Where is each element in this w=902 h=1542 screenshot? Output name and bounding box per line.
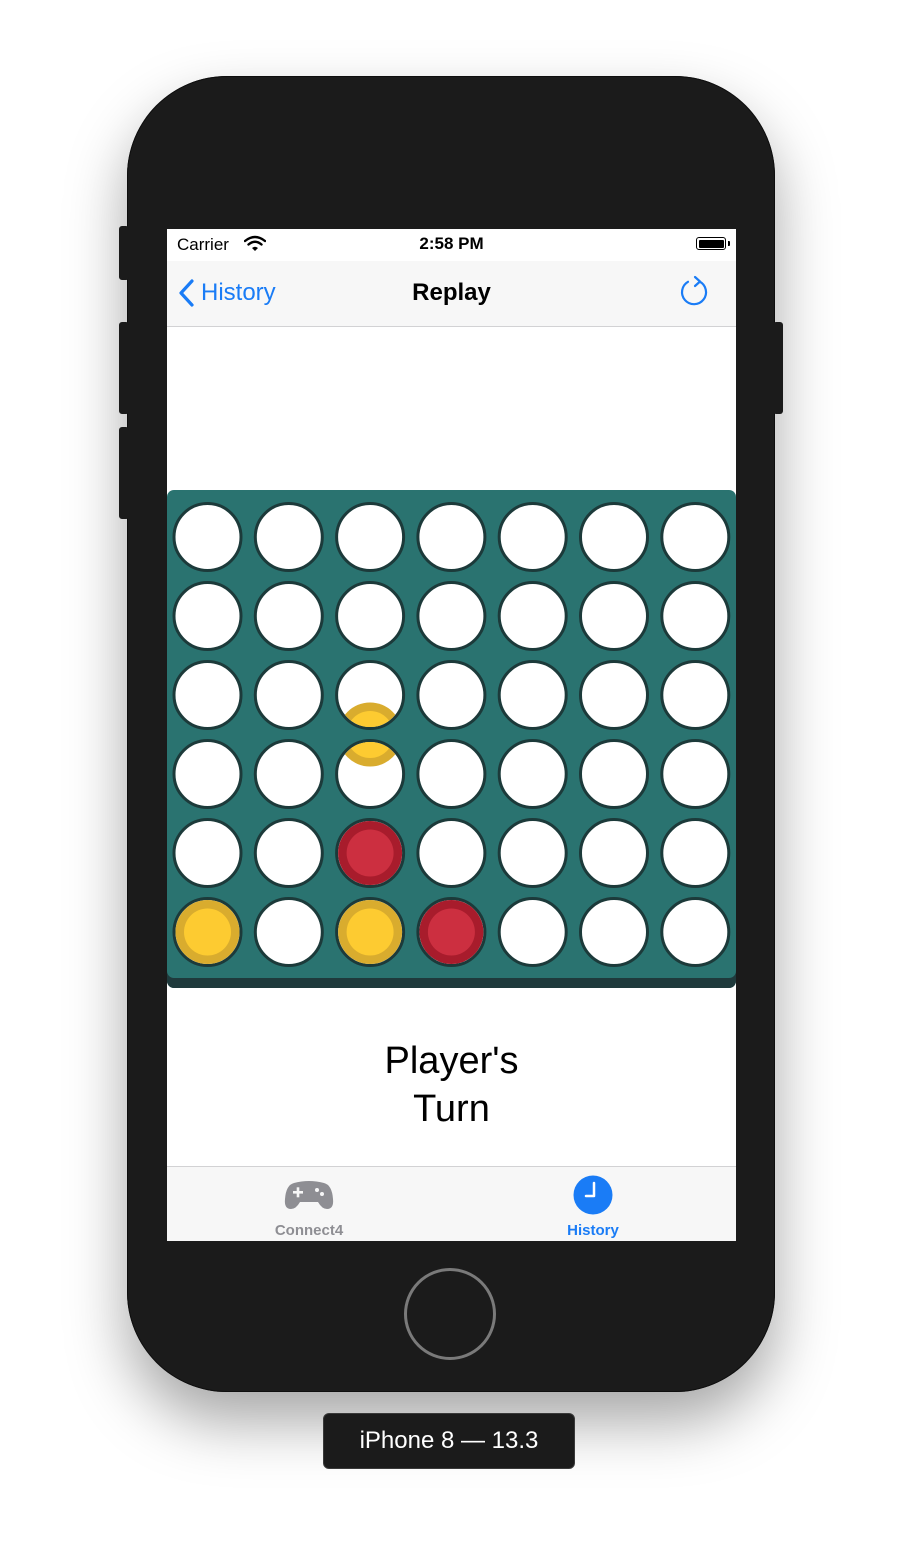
- refresh-icon[interactable]: [678, 275, 712, 309]
- board-cell[interactable]: [416, 660, 487, 730]
- turn-status-line-2: Turn: [413, 1088, 490, 1130]
- board-cell[interactable]: [660, 502, 731, 572]
- board-cell[interactable]: [579, 818, 649, 888]
- board-cell[interactable]: [497, 502, 568, 572]
- board-cell[interactable]: [172, 660, 243, 730]
- simulator-device-label: iPhone 8 — 13.3: [323, 1413, 575, 1469]
- board-cell[interactable]: [497, 660, 568, 730]
- navigation-bar: History Replay: [167, 261, 736, 327]
- falling-piece: [338, 702, 403, 767]
- board-cell[interactable]: [660, 897, 731, 967]
- board-cell[interactable]: [660, 660, 731, 730]
- ringer-switch: [119, 226, 129, 280]
- board-cell[interactable]: [253, 818, 324, 888]
- board-cell[interactable]: [172, 581, 243, 651]
- screen: Carrier 2:58 PM History Replay Player's …: [167, 229, 736, 1241]
- board-cell[interactable]: [660, 581, 731, 651]
- yellow-piece-inner: [346, 908, 394, 956]
- board-cell[interactable]: [335, 581, 406, 651]
- board-cell[interactable]: [253, 739, 324, 809]
- gamecontroller-icon: [284, 1181, 334, 1209]
- tab-connect4[interactable]: Connect4: [167, 1167, 451, 1241]
- board-cell[interactable]: [253, 581, 324, 651]
- board-grid: [172, 502, 731, 967]
- board-cell[interactable]: [579, 581, 649, 651]
- board-cell[interactable]: [172, 739, 243, 809]
- board-cell[interactable]: [172, 502, 243, 572]
- board-cell[interactable]: [416, 818, 487, 888]
- board-cell[interactable]: [253, 897, 324, 967]
- red-piece-inner: [346, 829, 394, 877]
- page-title: Replay: [412, 279, 491, 306]
- volume-up-button: [119, 322, 129, 414]
- turn-status-line-1: Player's: [384, 1040, 519, 1082]
- board-cell[interactable]: [579, 739, 649, 809]
- game-board[interactable]: [167, 490, 736, 988]
- battery-icon: [696, 237, 730, 250]
- clock-icon: [573, 1175, 613, 1215]
- status-bar: Carrier 2:58 PM: [167, 229, 736, 261]
- board-cell[interactable]: [172, 818, 243, 888]
- board-cell[interactable]: [416, 739, 487, 809]
- board-cell[interactable]: [660, 739, 731, 809]
- board-cell[interactable]: [497, 739, 568, 809]
- status-time: 2:58 PM: [419, 234, 484, 253]
- volume-down-button: [119, 427, 129, 519]
- home-button[interactable]: [404, 1268, 496, 1360]
- red-piece-inner: [427, 908, 475, 956]
- board-cell[interactable]: [497, 581, 568, 651]
- board-cell[interactable]: [497, 897, 568, 967]
- power-button: [773, 322, 783, 414]
- board-cell[interactable]: [497, 818, 568, 888]
- tab-connect4-label: Connect4: [274, 1222, 344, 1239]
- board-cell[interactable]: [253, 660, 324, 730]
- turn-status: Player's Turn: [167, 1037, 736, 1133]
- board-cell[interactable]: [253, 502, 324, 572]
- board-cell[interactable]: [579, 897, 649, 967]
- board-cell[interactable]: [335, 502, 406, 572]
- tab-history-label: History: [567, 1222, 619, 1239]
- tab-bar: Connect4 History: [167, 1166, 736, 1241]
- board-cell[interactable]: [660, 818, 731, 888]
- tab-history[interactable]: History: [451, 1167, 735, 1241]
- board-cell[interactable]: [416, 581, 487, 651]
- board-cell[interactable]: [579, 502, 649, 572]
- board-cell[interactable]: [579, 660, 649, 730]
- yellow-piece-inner: [184, 908, 231, 956]
- board-cell[interactable]: [416, 502, 487, 572]
